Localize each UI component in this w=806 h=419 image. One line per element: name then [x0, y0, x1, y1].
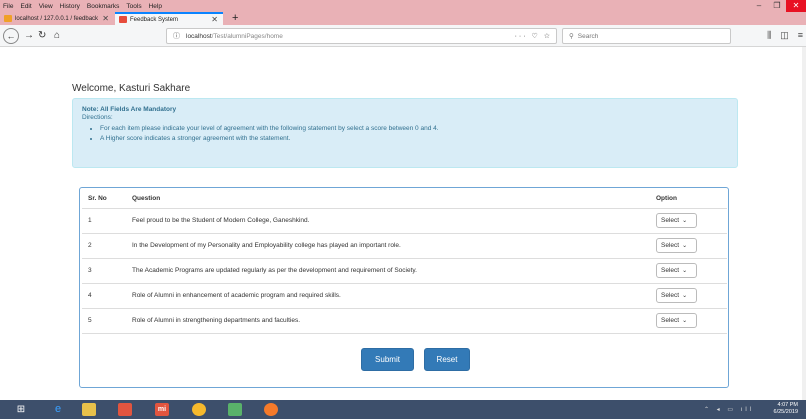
tab-bar: localhost / 127.0.0.1 / feedback ✕ Feedb…: [0, 12, 806, 25]
search-icon: ⚲: [569, 33, 574, 40]
url-path: /Test/alumniPages/home: [211, 32, 283, 40]
hamburger-menu-icon[interactable]: ≡: [798, 30, 803, 41]
row-question: Role of Alumni in strengthening departme…: [126, 308, 650, 334]
directions-label: Directions:: [82, 114, 113, 121]
clock-time: 4:07 PM: [777, 402, 798, 408]
row-question: In the Development of my Personality and…: [126, 233, 650, 259]
phpmyadmin-favicon-icon: [4, 15, 12, 22]
table-row: 3 The Academic Programs are updated regu…: [82, 258, 727, 284]
search-input[interactable]: ⚲ Search: [562, 28, 731, 44]
feedback-table: Sr. No Question Option 1 Feel proud to b…: [82, 190, 727, 334]
minimize-icon[interactable]: –: [750, 0, 768, 12]
menu-item-help[interactable]: Help: [149, 3, 162, 10]
page-actions-icon[interactable]: ··· ♡ ☆: [515, 32, 552, 40]
table-row: 5 Role of Alumni in strengthening depart…: [82, 308, 727, 334]
close-tab-icon[interactable]: ✕: [211, 15, 218, 24]
close-window-icon[interactable]: ✕: [786, 0, 806, 12]
direction-item: For each item please indicate your level…: [100, 125, 728, 132]
new-tab-icon[interactable]: +: [232, 12, 238, 25]
tab-label: localhost / 127.0.0.1 / feedback: [15, 15, 99, 22]
back-arrow-icon[interactable]: ←: [3, 28, 19, 44]
header-option: Option: [650, 190, 727, 209]
app-icon[interactable]: [118, 403, 132, 416]
sidebar-icon[interactable]: ◫: [780, 30, 789, 41]
menu-item-file[interactable]: File: [3, 3, 13, 10]
option-select[interactable]: Select ⌄: [656, 288, 697, 303]
option-select[interactable]: Select ⌄: [656, 263, 697, 278]
menu-item-bookmarks[interactable]: Bookmarks: [87, 3, 120, 10]
option-select[interactable]: Select ⌄: [656, 213, 697, 228]
directions-list: For each item please indicate your level…: [82, 125, 728, 142]
browser-titlebar: File Edit View History Bookmarks Tools H…: [0, 0, 806, 12]
toolbar-right: ⫼ ◫ ≡: [767, 30, 803, 41]
option-select[interactable]: Select ⌄: [656, 313, 697, 328]
row-sr-no: 1: [82, 208, 126, 234]
tab-feedback-system[interactable]: Feedback System ✕: [115, 12, 223, 25]
library-icon[interactable]: ⫼: [767, 30, 771, 41]
row-question: Role of Alumni in enhancement of academi…: [126, 283, 650, 309]
chevron-down-icon: ⌄: [682, 293, 688, 299]
windows-taskbar: ⊞ e mi ⌃ ◂ ▭ ıll 4:07 PM 6/25/2019: [0, 400, 806, 419]
mandatory-note: Note: All Fields Are Mandatory: [82, 106, 177, 113]
header-sr-no: Sr. No: [82, 190, 126, 209]
search-placeholder: Search: [577, 32, 599, 40]
chevron-down-icon: ⌄: [682, 218, 688, 224]
forward-arrow-icon[interactable]: →: [24, 29, 34, 43]
firefox-browser-icon[interactable]: [264, 403, 278, 416]
menu-item-view[interactable]: View: [39, 3, 53, 10]
reset-button[interactable]: Reset: [424, 348, 470, 371]
close-tab-icon[interactable]: ✕: [102, 14, 109, 23]
page-scrollbar[interactable]: [802, 47, 806, 400]
chevron-down-icon: ⌄: [682, 318, 688, 324]
home-icon[interactable]: ⌂: [54, 29, 60, 43]
menu-bar: File Edit View History Bookmarks Tools H…: [0, 3, 162, 10]
row-sr-no: 2: [82, 233, 126, 259]
table-row: 1 Feel proud to be the Student of Modern…: [82, 208, 727, 234]
chrome-browser-icon[interactable]: [192, 403, 206, 416]
table-header-row: Sr. No Question Option: [82, 190, 727, 209]
tab-label: Feedback System: [130, 16, 179, 23]
url-host: localhost: [186, 32, 212, 40]
row-question: Feel proud to be the Student of Modern C…: [126, 208, 650, 234]
submit-button[interactable]: Submit: [361, 348, 414, 371]
mi-app-icon[interactable]: mi: [155, 403, 169, 416]
table-row: 2 In the Development of my Personality a…: [82, 233, 727, 259]
table-row: 4 Role of Alumni in enhancement of acade…: [82, 283, 727, 309]
site-info-icon[interactable]: ⓘ: [173, 31, 180, 41]
paint-app-icon[interactable]: [228, 403, 242, 416]
row-question: The Academic Programs are updated regula…: [126, 258, 650, 284]
chevron-down-icon: ⌄: [682, 243, 688, 249]
welcome-heading: Welcome, Kasturi Sakhare: [72, 83, 191, 94]
system-tray-icons[interactable]: ⌃ ◂ ▭ ıll: [704, 406, 754, 413]
page-content: Welcome, Kasturi Sakhare Note: All Field…: [0, 47, 806, 400]
menu-item-history[interactable]: History: [60, 3, 80, 10]
edge-browser-icon[interactable]: e: [51, 403, 65, 416]
window-controls: – ❐ ✕: [750, 0, 806, 12]
navigation-bar: ← → ↻ ⌂ ⓘ localhost /Test/alumniPages/ho…: [0, 25, 806, 47]
taskbar-clock[interactable]: 4:07 PM 6/25/2019: [774, 402, 798, 416]
row-sr-no: 4: [82, 283, 126, 309]
menu-item-tools[interactable]: Tools: [126, 3, 141, 10]
clock-date: 6/25/2019: [773, 409, 798, 415]
feedback-panel: Sr. No Question Option 1 Feel proud to b…: [79, 187, 729, 388]
tab-phpmyadmin[interactable]: localhost / 127.0.0.1 / feedback ✕: [0, 12, 114, 25]
row-sr-no: 3: [82, 258, 126, 284]
header-question: Question: [126, 190, 650, 209]
menu-item-edit[interactable]: Edit: [20, 3, 31, 10]
direction-item: A Higher score indicates a stronger agre…: [100, 135, 728, 142]
chevron-down-icon: ⌄: [682, 268, 688, 274]
windows-start-icon[interactable]: ⊞: [14, 403, 28, 416]
reload-icon[interactable]: ↻: [38, 29, 46, 43]
file-explorer-icon[interactable]: [82, 403, 96, 416]
option-select[interactable]: Select ⌄: [656, 238, 697, 253]
directions-alert: Note: All Fields Are Mandatory Direction…: [72, 98, 738, 168]
restore-icon[interactable]: ❐: [768, 0, 786, 12]
row-sr-no: 5: [82, 308, 126, 334]
url-bar[interactable]: ⓘ localhost /Test/alumniPages/home ··· ♡…: [166, 28, 557, 44]
feedback-favicon-icon: [119, 16, 127, 23]
